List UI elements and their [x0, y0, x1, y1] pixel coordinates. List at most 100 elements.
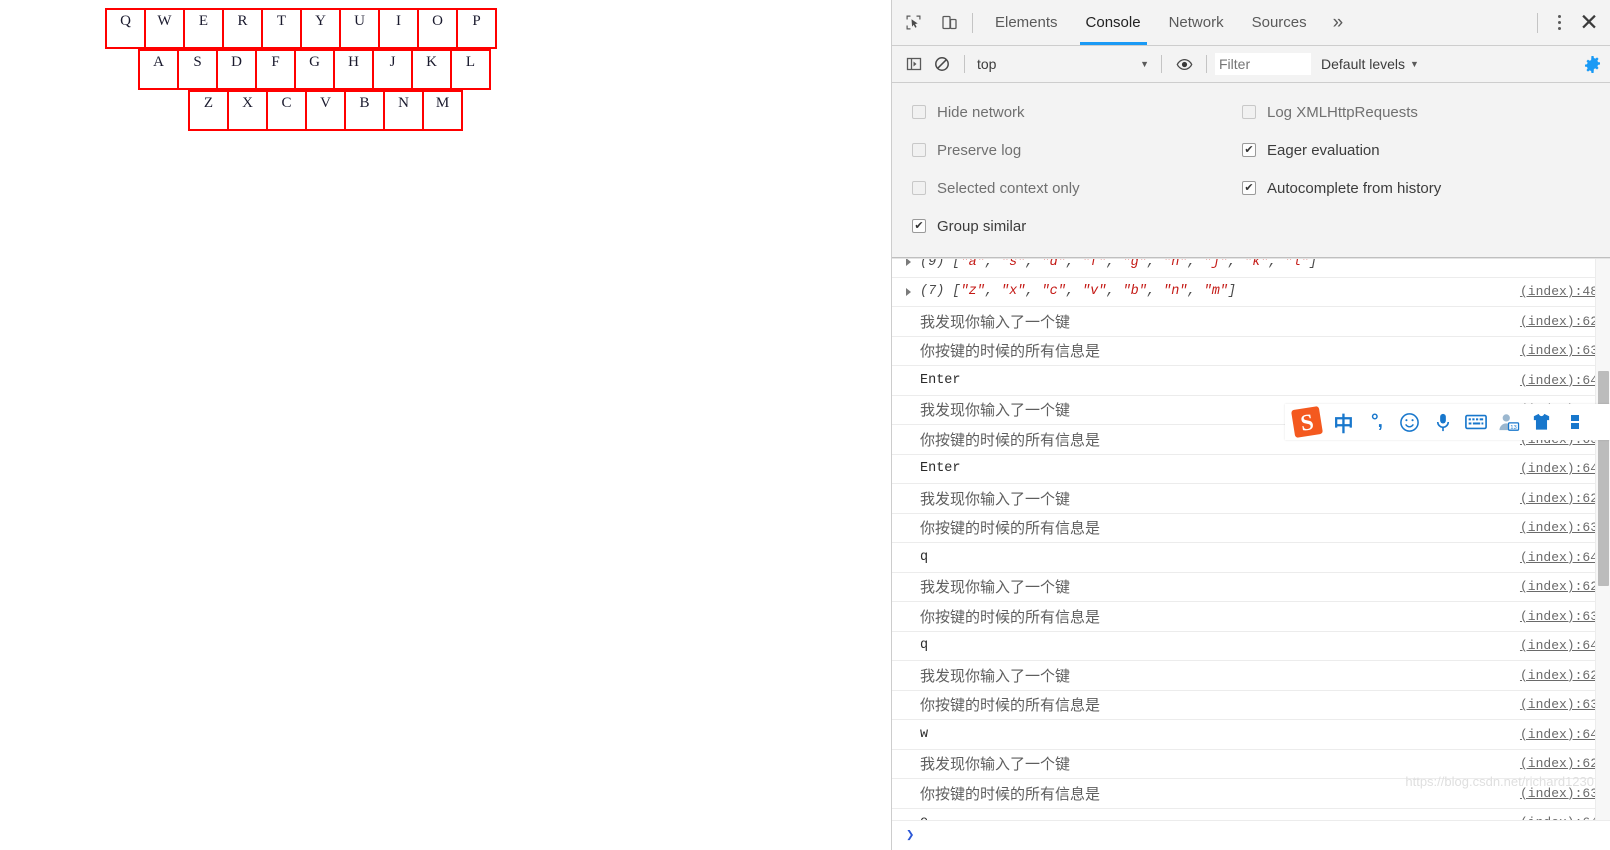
ime-menu-icon[interactable]: [1558, 406, 1591, 438]
log-source-link[interactable]: (index):48: [1520, 284, 1598, 299]
key-m[interactable]: M: [422, 90, 463, 131]
more-options-icon[interactable]: [1546, 8, 1572, 38]
key-t[interactable]: T: [261, 8, 302, 49]
filter-input[interactable]: [1215, 53, 1311, 75]
key-c[interactable]: C: [266, 90, 307, 131]
console-log-row[interactable]: q (index):64: [892, 543, 1610, 573]
key-y[interactable]: Y: [300, 8, 341, 49]
setting-group-similar[interactable]: ✔ Group similar: [912, 207, 1242, 245]
key-n[interactable]: N: [383, 90, 424, 131]
punctuation-icon[interactable]: °,: [1360, 406, 1393, 438]
console-log-row[interactable]: 你按键的时候的所有信息是 (index):63: [892, 513, 1610, 543]
key-s[interactable]: S: [177, 49, 218, 90]
setting-log-xmlhttprequests[interactable]: Log XMLHttpRequests: [1242, 93, 1610, 131]
key-p[interactable]: P: [456, 8, 497, 49]
key-r[interactable]: R: [222, 8, 263, 49]
console-log-row[interactable]: q (index):64: [892, 631, 1610, 661]
soft-keyboard-icon[interactable]: [1459, 406, 1492, 438]
console-log-row[interactable]: (7) ["z", "x", "c", "v", "b", "n", "m"] (…: [892, 277, 1610, 307]
console-log-row[interactable]: 我发现你输入了一个键 (index):62: [892, 749, 1610, 779]
log-source-link[interactable]: (index):63: [1520, 520, 1598, 535]
execution-context-dropdown[interactable]: top ▼: [973, 52, 1153, 76]
key-b[interactable]: B: [344, 90, 385, 131]
log-source-link[interactable]: (index):64: [1520, 815, 1598, 820]
log-source-link[interactable]: (index):62: [1520, 668, 1598, 683]
console-log-row[interactable]: e (index):64: [892, 808, 1610, 820]
checkbox[interactable]: ✔: [1242, 181, 1256, 195]
setting-eager-evaluation[interactable]: ✔ Eager evaluation: [1242, 131, 1610, 169]
log-source-link[interactable]: (index):62: [1520, 579, 1598, 594]
key-z[interactable]: Z: [188, 90, 229, 131]
checkbox[interactable]: [912, 143, 926, 157]
tab-elements[interactable]: Elements: [981, 0, 1072, 45]
log-source-link[interactable]: (index):64: [1520, 373, 1598, 388]
log-source-link[interactable]: (index):62: [1520, 491, 1598, 506]
key-w[interactable]: W: [144, 8, 185, 49]
checkbox[interactable]: ✔: [1242, 143, 1256, 157]
log-source-link[interactable]: (index):62: [1520, 756, 1598, 771]
console-log-row[interactable]: 你按键的时候的所有信息是 (index):63: [892, 336, 1610, 366]
clear-console-icon[interactable]: [928, 50, 956, 78]
log-source-link[interactable]: (index):64: [1520, 461, 1598, 476]
setting-preserve-log[interactable]: Preserve log: [912, 131, 1242, 169]
key-k[interactable]: K: [411, 49, 452, 90]
key-v[interactable]: V: [305, 90, 346, 131]
console-log-area[interactable]: (9) ["a", "s", "d", "f", "g", "h", "j", …: [892, 258, 1610, 820]
console-log-row[interactable]: 我发现你输入了一个键 (index):62: [892, 661, 1610, 691]
console-log-row[interactable]: Enter (index):64: [892, 454, 1610, 484]
key-d[interactable]: D: [216, 49, 257, 90]
emoji-icon[interactable]: [1393, 406, 1426, 438]
console-log-row[interactable]: 你按键的时候的所有信息是 (index):63: [892, 602, 1610, 632]
expand-triangle-icon[interactable]: [906, 287, 911, 296]
checkbox[interactable]: ✔: [912, 219, 926, 233]
console-log-row[interactable]: 你按键的时候的所有信息是 (index):63: [892, 779, 1610, 809]
live-expression-icon[interactable]: [1170, 50, 1198, 78]
key-i[interactable]: I: [378, 8, 419, 49]
key-x[interactable]: X: [227, 90, 268, 131]
key-u[interactable]: U: [339, 8, 380, 49]
console-log-row[interactable]: 你按键的时候的所有信息是 (index):63: [892, 690, 1610, 720]
setting-selected-context-only[interactable]: Selected context only: [912, 169, 1242, 207]
tab-sources[interactable]: Sources: [1238, 0, 1321, 45]
log-source-link[interactable]: (index):64: [1520, 638, 1598, 653]
device-toolbar-icon[interactable]: [934, 8, 964, 38]
key-f[interactable]: F: [255, 49, 296, 90]
checkbox[interactable]: [912, 181, 926, 195]
setting-autocomplete-from-history[interactable]: ✔ Autocomplete from history: [1242, 169, 1610, 207]
console-prompt[interactable]: ❯: [892, 820, 1610, 850]
console-log-row[interactable]: w (index):64: [892, 720, 1610, 750]
user-account-icon[interactable]: 13: [1492, 406, 1525, 438]
console-log-row[interactable]: 我发现你输入了一个键 (index):62: [892, 572, 1610, 602]
tab-network[interactable]: Network: [1155, 0, 1238, 45]
sogou-logo-icon[interactable]: S: [1285, 402, 1330, 442]
key-l[interactable]: L: [450, 49, 491, 90]
key-j[interactable]: J: [372, 49, 413, 90]
chinese-mode-icon[interactable]: 中: [1327, 406, 1360, 438]
key-e[interactable]: E: [183, 8, 224, 49]
log-source-link[interactable]: (index):63: [1520, 697, 1598, 712]
log-source-link[interactable]: (index):63: [1520, 786, 1598, 801]
console-log-row[interactable]: 我发现你输入了一个键 (index):62: [892, 307, 1610, 337]
log-source-link[interactable]: (index):63: [1520, 343, 1598, 358]
settings-gear-icon[interactable]: [1578, 50, 1606, 78]
checkbox[interactable]: [912, 105, 926, 119]
inspect-element-icon[interactable]: [898, 8, 928, 38]
key-g[interactable]: G: [294, 49, 335, 90]
expand-triangle-icon[interactable]: [906, 259, 911, 267]
tab-console[interactable]: Console: [1072, 0, 1155, 45]
key-o[interactable]: O: [417, 8, 458, 49]
console-sidebar-icon[interactable]: [900, 50, 928, 78]
close-devtools-icon[interactable]: ✕: [1572, 8, 1606, 38]
log-source-link[interactable]: (index):64: [1520, 550, 1598, 565]
checkbox[interactable]: [1242, 105, 1256, 119]
log-levels-dropdown[interactable]: Default levels ▼: [1321, 56, 1419, 72]
more-tabs-button[interactable]: »: [1321, 0, 1356, 45]
log-source-link[interactable]: (index):62: [1520, 314, 1598, 329]
voice-input-icon[interactable]: [1426, 406, 1459, 438]
key-q[interactable]: Q: [105, 8, 146, 49]
console-log-row[interactable]: Enter (index):64: [892, 366, 1610, 396]
key-h[interactable]: H: [333, 49, 374, 90]
log-source-link[interactable]: (index):63: [1520, 609, 1598, 624]
setting-hide-network[interactable]: Hide network: [912, 93, 1242, 131]
log-source-link[interactable]: (index):64: [1520, 727, 1598, 742]
